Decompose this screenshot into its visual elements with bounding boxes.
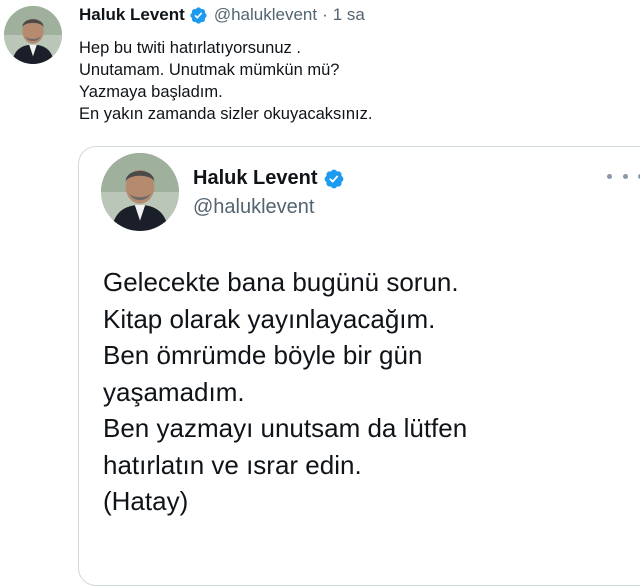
tweet-text: Hep bu twiti hatırlatıyorsunuz . Unutama… <box>79 37 619 125</box>
more-horizontal-icon <box>607 173 612 179</box>
avatar-photo <box>4 6 62 64</box>
quoted-author-name-line: Haluk Levent <box>193 167 345 190</box>
verified-badge-icon <box>323 168 345 190</box>
quoted-text-line: Ben ömrümde böyle bir gün <box>103 340 423 370</box>
quoted-text-line: hatırlatın ve ısrar edin. <box>103 449 362 480</box>
more-options-button[interactable] <box>607 169 640 183</box>
more-horizontal-icon <box>622 173 628 179</box>
quoted-text-line: (Hatay) <box>103 486 189 516</box>
verified-badge-icon <box>189 6 208 25</box>
quoted-author-display-name[interactable]: Haluk Levent <box>193 167 317 190</box>
author-avatar[interactable] <box>4 6 62 64</box>
quoted-author-avatar[interactable] <box>101 153 179 231</box>
quoted-text-line: Gelecekte bana bugünü sorun. <box>103 267 459 297</box>
quoted-author-handle[interactable]: @haluklevent <box>193 196 314 219</box>
tweet-text-line: Hep bu twiti hatırlatıyorsunuz . <box>79 39 301 57</box>
tweet-text-line: En yakın zamanda sizler okuyacaksınız. <box>79 105 373 123</box>
tweet-timestamp[interactable]: 1 sa <box>333 5 365 25</box>
quoted-text-line: Kitap olarak yayınlayacağım. <box>103 303 436 334</box>
separator-dot: · <box>322 5 328 24</box>
tweet-text-line: Unutamam. Unutmak mümkün mü? <box>79 61 340 79</box>
quoted-tweet-text: Gelecekte bana bugünü sorun. Kitap olara… <box>103 264 623 520</box>
author-display-name[interactable]: Haluk Levent <box>79 5 185 25</box>
tweet-header: Haluk Levent @haluklevent · 1 sa <box>79 5 365 25</box>
quoted-tweet-card[interactable]: Haluk Levent @haluklevent Gelecekte bana… <box>78 146 640 586</box>
quoted-text-line: Ben yazmayı unutsam da lütfen <box>103 413 468 443</box>
tweet-text-line: Yazmaya başladım. <box>79 83 223 101</box>
avatar-photo <box>101 153 179 231</box>
author-handle[interactable]: @haluklevent <box>214 5 317 25</box>
quoted-text-line: yaşamadım. <box>103 376 245 407</box>
